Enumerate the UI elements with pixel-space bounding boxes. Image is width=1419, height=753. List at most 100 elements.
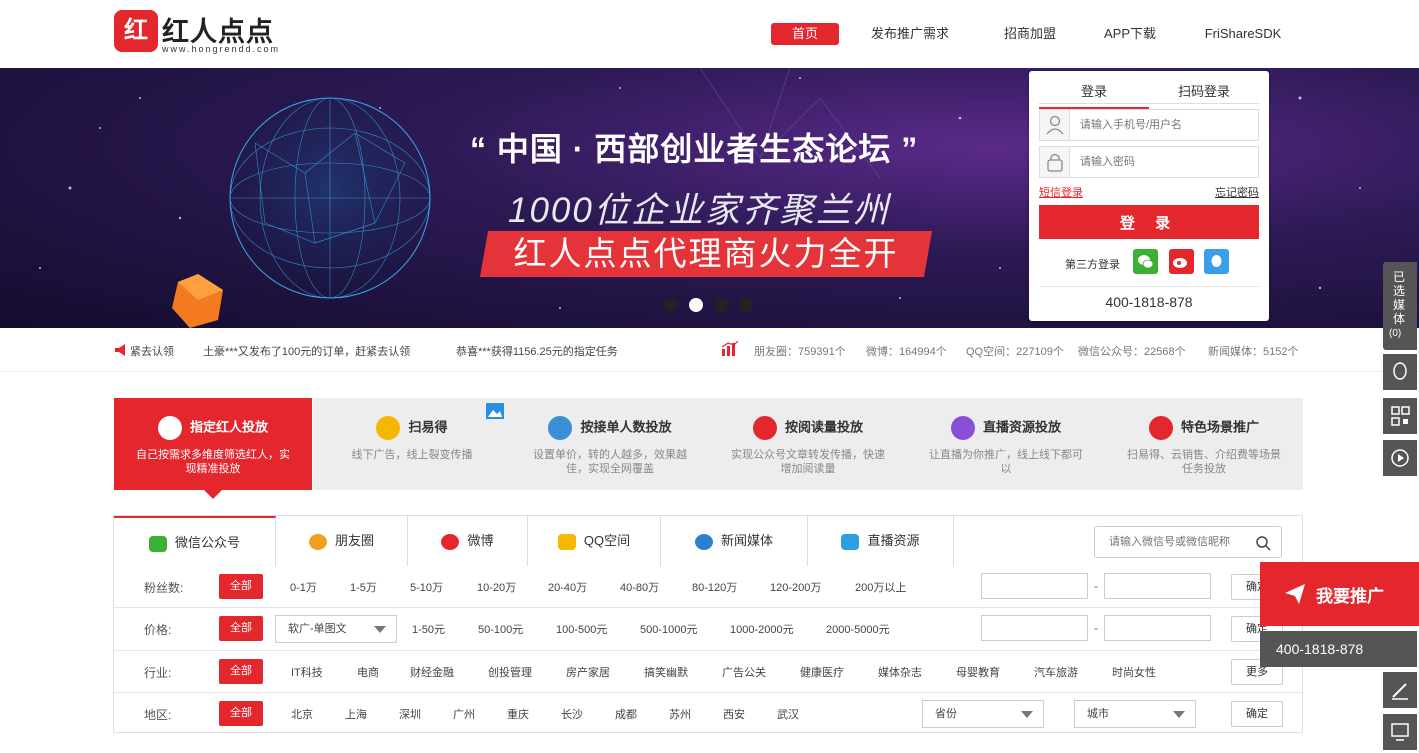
filter-option[interactable]: 广州 [453,706,475,722]
filter-option[interactable]: 汽车旅游 [1034,664,1078,680]
filter-option[interactable]: 广告公关 [722,664,766,680]
filter-option[interactable]: 10-20万 [477,579,516,595]
filter-all-button[interactable]: 全部 [219,659,263,684]
filter-option[interactable]: 1-5万 [350,579,377,595]
tab-news-media[interactable]: 新闻媒体 [661,516,808,566]
filter-option[interactable]: 200万以上 [855,579,906,595]
password-field[interactable] [1039,146,1259,178]
nav-app-download[interactable]: APP下载 [1097,23,1163,45]
city-select[interactable]: 城市 [1074,700,1196,728]
moments-icon [308,533,327,550]
price-max-input[interactable] [1104,615,1211,641]
filter-option[interactable]: 财经金融 [410,664,454,680]
filter-option[interactable]: 媒体杂志 [878,664,922,680]
tab-login[interactable]: 登录 [1039,81,1149,109]
fans-min-input[interactable] [981,573,1088,599]
filter-option[interactable]: 深圳 [399,706,421,722]
filter-option[interactable]: 5-10万 [410,579,443,595]
filter-option[interactable]: 重庆 [507,706,529,722]
filter-all-button[interactable]: 全部 [219,574,263,599]
nav-home[interactable]: 首页 [771,23,839,45]
filter-option[interactable]: 健康医疗 [800,664,844,680]
region-confirm-button[interactable]: 确定 [1231,701,1283,727]
tab-weibo[interactable]: 微博 [408,516,528,566]
filter-option[interactable]: 0-1万 [290,579,317,595]
username-input[interactable] [1080,116,1250,134]
carousel-dot-1[interactable] [664,298,678,312]
filter-option[interactable]: 1000-2000元 [730,621,794,637]
password-input[interactable] [1080,153,1250,171]
carousel-dot-2[interactable] [689,298,703,312]
filter-option[interactable]: 电商 [357,664,379,680]
category-special-scene[interactable]: 特色场景推广 扫易得、云销售、介绍费等场景任务投放 [1105,398,1303,490]
filter-option[interactable]: 苏州 [669,706,691,722]
ad-type-select[interactable]: 软广-单图文 [275,615,397,643]
filter-option[interactable]: IT科技 [291,664,323,680]
monitor-button[interactable] [1383,714,1417,750]
category-per-order[interactable]: 按接单人数投放 设置单价，转的人越多，效果越佳，实现全网覆盖 [511,398,709,490]
category-scan[interactable]: 扫易得 线下广告，线上裂变传播 [313,398,511,490]
username-field[interactable] [1039,109,1259,141]
filter-option[interactable]: 房产家居 [566,664,610,680]
tab-wechat-official[interactable]: 微信公众号 [114,516,276,566]
weibo-icon [441,533,460,550]
filter-option[interactable]: 长沙 [561,706,583,722]
filter-all-button[interactable]: 全部 [219,701,263,726]
nav-frisharesdk[interactable]: FriShareSDK [1195,23,1291,45]
selected-media-button[interactable]: 已选媒体 (0) [1383,262,1417,350]
nav-publish[interactable]: 发布推广需求 [862,23,958,45]
weibo-login-icon[interactable] [1169,249,1194,274]
filter-option[interactable]: 北京 [291,706,313,722]
logo[interactable]: 红 红人点点 www.hongrendd.com [114,10,294,56]
price-min-input[interactable] [981,615,1088,641]
qq-login-icon[interactable] [1204,249,1229,274]
third-party-label: 第三方登录 [1065,259,1120,271]
filter-option[interactable]: 上海 [345,706,367,722]
filter-option[interactable]: 母婴教育 [956,664,1000,680]
wechat-login-icon[interactable] [1133,249,1158,274]
promote-button[interactable]: 我要推广 [1260,562,1419,626]
filter-option[interactable]: 50-100元 [478,621,523,637]
category-read-count[interactable]: 按阅读量投放 实现公众号文章转发传播，快速增加阅读量 [709,398,907,490]
sms-login-link[interactable]: 短信登录 [1039,184,1083,200]
tab-qzone[interactable]: QQ空间 [528,516,661,566]
megaphone-icon [115,344,125,356]
ticker-item[interactable]: 恭喜***获得1156.25元的指定任务 [456,343,618,359]
qq-service-button[interactable] [1383,354,1417,390]
tab-live-stream[interactable]: 直播资源 [808,516,954,566]
filter-option[interactable]: 1-50元 [412,621,445,637]
carousel-dot-3[interactable] [714,298,728,312]
filter-option[interactable]: 西安 [723,706,745,722]
filter-option[interactable]: 2000-5000元 [826,621,890,637]
filter-option[interactable]: 20-40万 [548,579,587,595]
filter-all-button[interactable]: 全部 [219,616,263,641]
filter-option[interactable]: 搞笑幽默 [644,664,688,680]
media-search-input[interactable] [1109,534,1249,550]
qr-code-button[interactable] [1383,398,1417,434]
filter-option[interactable]: 成都 [615,706,637,722]
filter-option[interactable]: 40-80万 [620,579,659,595]
filter-option[interactable]: 100-500元 [556,621,607,637]
tab-moments[interactable]: 朋友圈 [276,516,408,566]
filter-option[interactable]: 120-200万 [770,579,821,595]
fans-max-input[interactable] [1104,573,1211,599]
ticker-item[interactable]: 土豪***又发布了100元的订单，赶紧去认领 [203,343,410,359]
carousel-dot-4[interactable] [739,298,753,312]
search-icon[interactable] [1255,535,1271,551]
filter-option[interactable]: 80-120万 [692,579,737,595]
ticker-item[interactable]: 紧去认领 [130,343,174,359]
nav-franchise[interactable]: 招商加盟 [995,23,1065,45]
filter-option[interactable]: 500-1000元 [640,621,698,637]
filter-option[interactable]: 时尚女性 [1112,664,1156,680]
province-select[interactable]: 省份 [922,700,1044,728]
forgot-password-link[interactable]: 忘记密码 [1215,184,1259,200]
category-designated-kol[interactable]: 指定红人投放 自己按需求多维度筛选红人，实现精准投放 [114,398,312,490]
category-live-stream[interactable]: 直播资源投放 让直播为你推广，线上线下都可以 [907,398,1105,490]
video-play-button[interactable] [1383,440,1417,476]
media-search-box[interactable] [1094,526,1282,558]
filter-option[interactable]: 武汉 [777,706,799,722]
filter-option[interactable]: 创投管理 [488,664,532,680]
login-button[interactable]: 登 录 [1039,205,1259,239]
feedback-button[interactable] [1383,672,1417,708]
stat-qzone: QQ空间：227109个 [966,346,1064,358]
